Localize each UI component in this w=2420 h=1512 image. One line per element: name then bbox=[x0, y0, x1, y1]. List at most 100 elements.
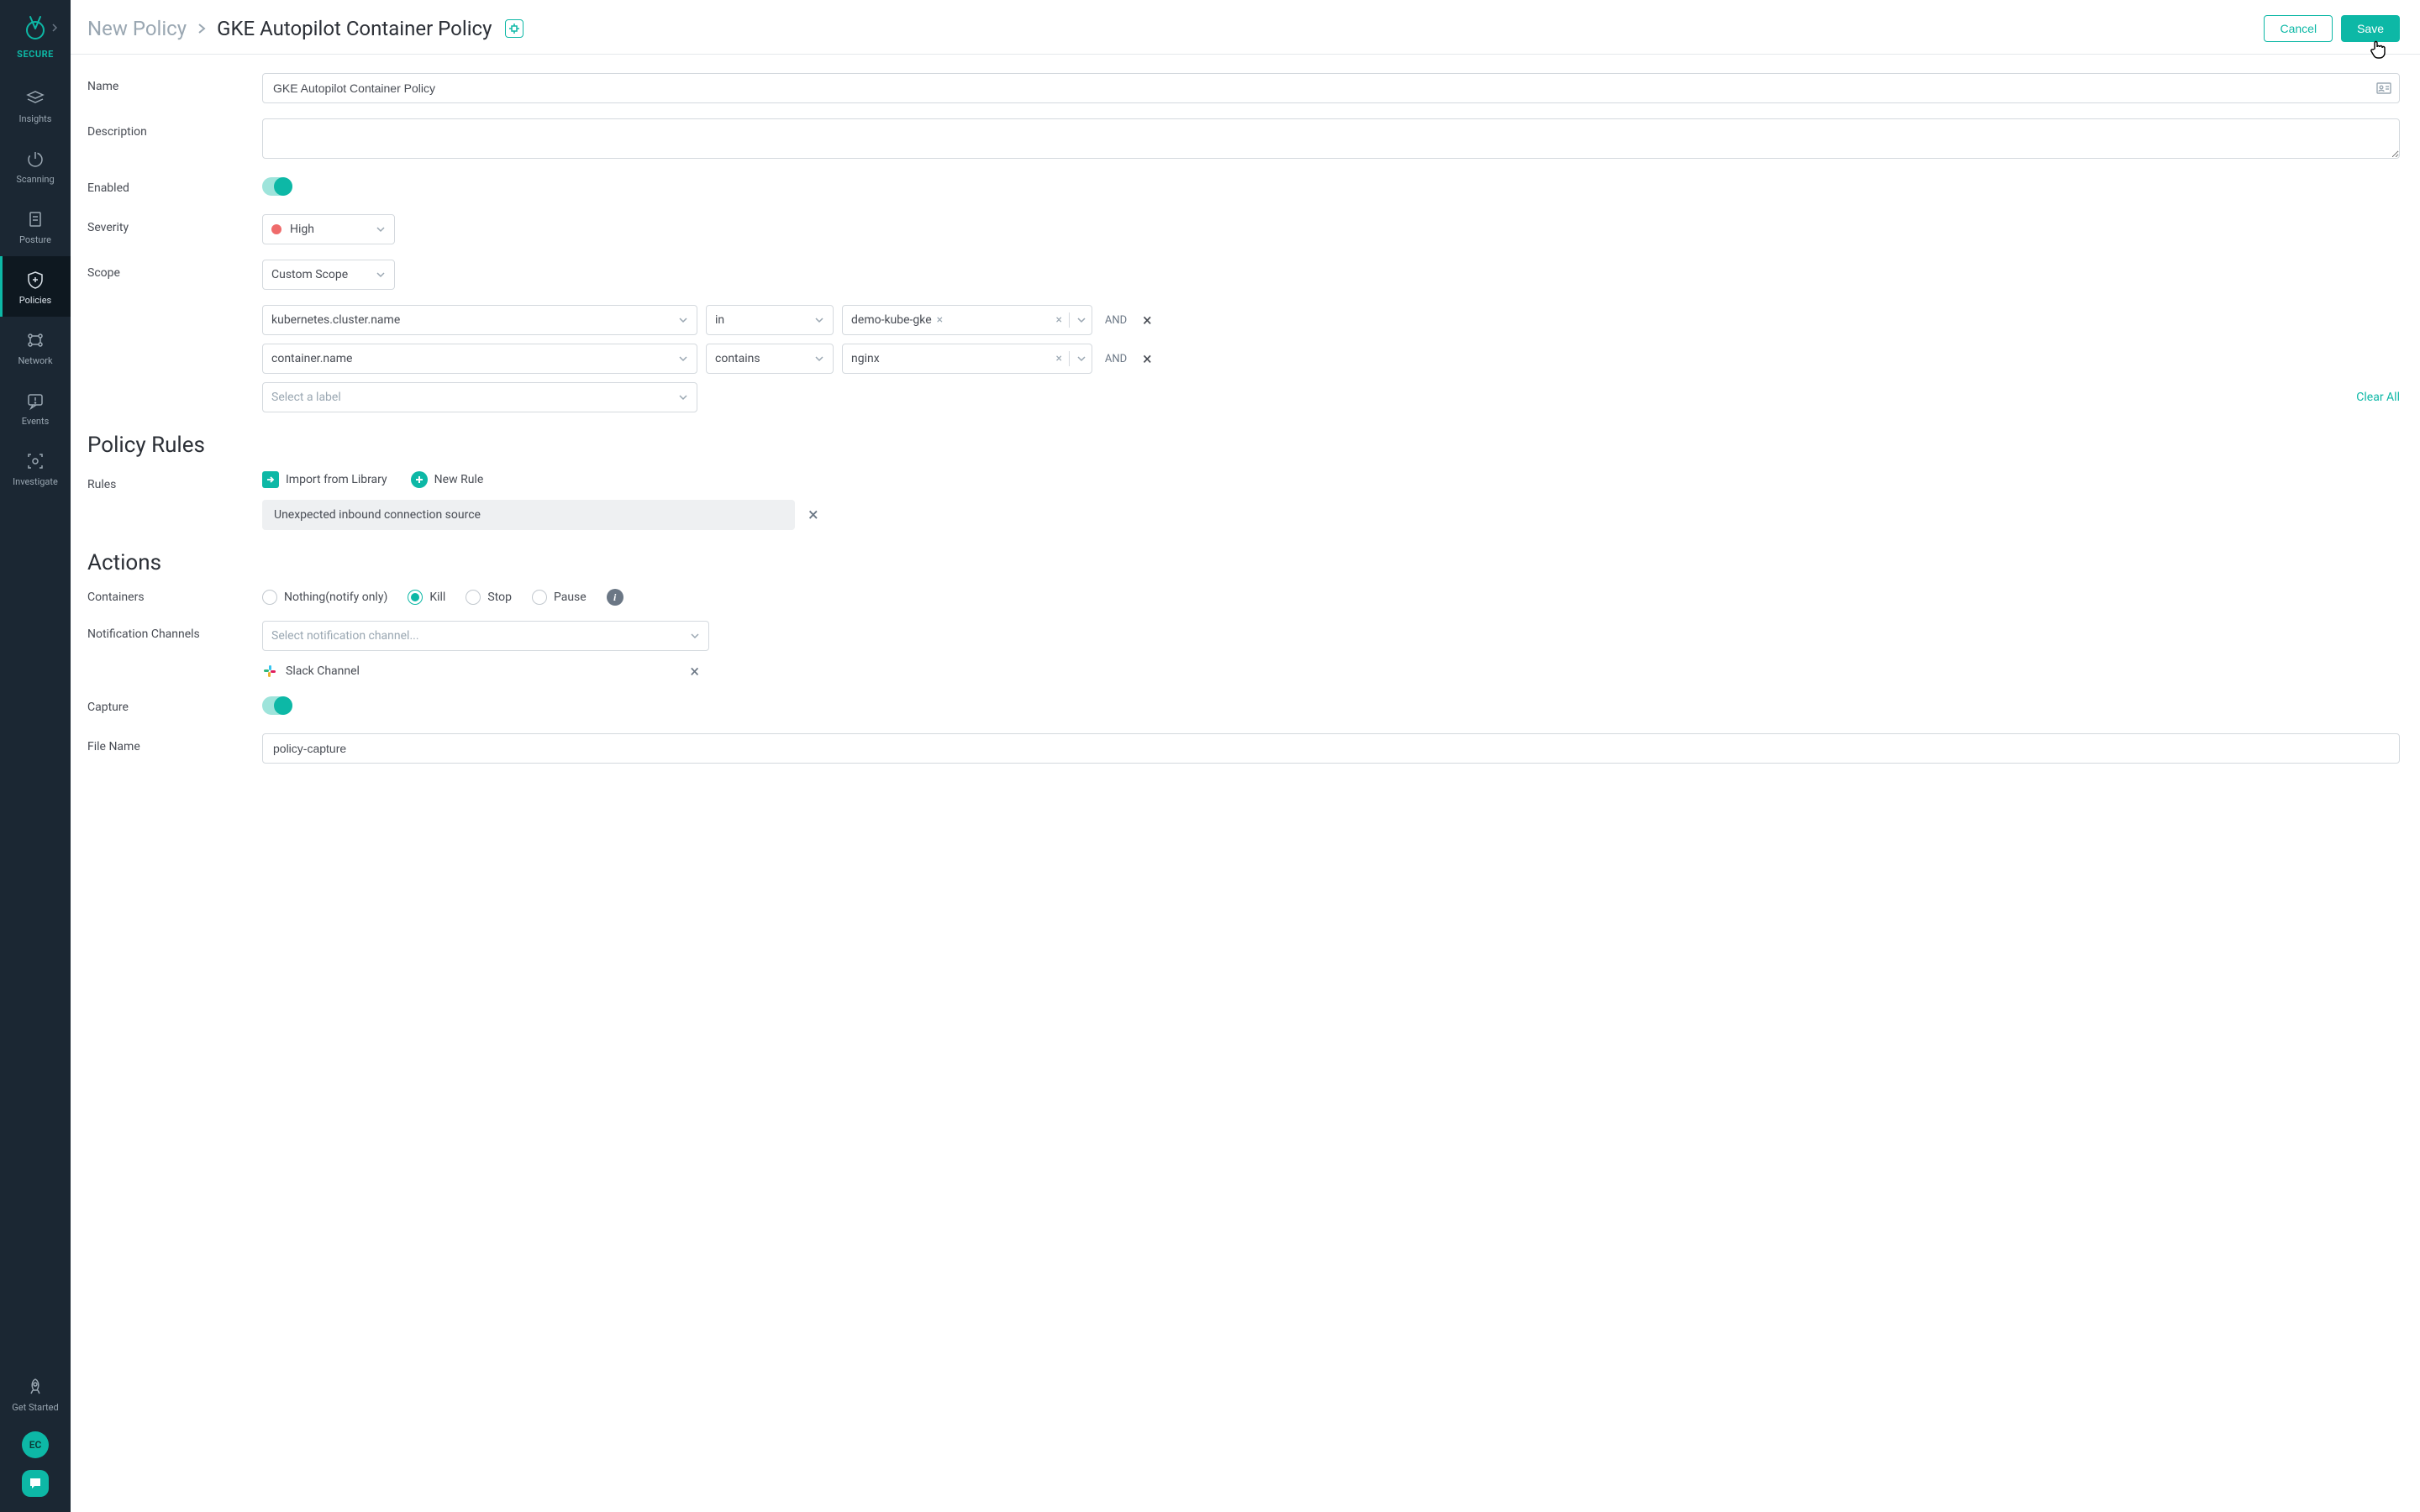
layers-icon bbox=[24, 87, 46, 110]
sidebar: SECURE Insights Scanning Posture bbox=[0, 0, 71, 1512]
sidebar-item-label: Posture bbox=[19, 234, 51, 245]
scope-operator-select[interactable]: in bbox=[706, 305, 834, 335]
severity-value: High bbox=[290, 223, 314, 236]
enabled-label: Enabled bbox=[87, 181, 262, 195]
name-input[interactable] bbox=[262, 73, 2400, 103]
remove-rule-icon[interactable]: × bbox=[808, 505, 818, 526]
chat-alert-icon bbox=[24, 389, 46, 412]
chevron-down-icon bbox=[1076, 317, 1086, 323]
sidebar-item-insights[interactable]: Insights bbox=[0, 75, 71, 135]
enabled-toggle[interactable] bbox=[262, 177, 292, 196]
breadcrumb-root[interactable]: New Policy bbox=[87, 17, 187, 40]
remove-row-icon[interactable]: × bbox=[1139, 312, 1155, 328]
sidebar-item-label: Events bbox=[22, 416, 50, 427]
sidebar-item-label: Get Started bbox=[12, 1402, 58, 1413]
scope-value-text: nginx bbox=[851, 352, 880, 365]
remove-channel-icon[interactable]: × bbox=[690, 661, 699, 681]
chevron-down-icon bbox=[814, 355, 824, 362]
placeholder-text: Select a label bbox=[271, 391, 341, 404]
severity-label: Severity bbox=[87, 214, 262, 234]
brand[interactable]: SECURE bbox=[17, 12, 54, 60]
shield-plus-icon bbox=[24, 268, 46, 291]
avatar[interactable]: EC bbox=[22, 1431, 49, 1458]
scope-key-value: kubernetes.cluster.name bbox=[271, 313, 400, 327]
tag-remove-icon[interactable]: × bbox=[937, 313, 943, 327]
severity-select[interactable]: High bbox=[262, 214, 395, 244]
cancel-button[interactable]: Cancel bbox=[2264, 15, 2333, 42]
sidebar-item-posture[interactable]: Posture bbox=[0, 196, 71, 256]
new-rule-button[interactable]: New Rule bbox=[411, 471, 484, 488]
breadcrumb-leaf: GKE Autopilot Container Policy bbox=[217, 17, 492, 40]
scope-value: Custom Scope bbox=[271, 268, 348, 281]
scope-condition-row: kubernetes.cluster.name in demo-kube-gke… bbox=[262, 305, 2400, 335]
scope-value-select[interactable]: demo-kube-gke × × bbox=[842, 305, 1092, 335]
file-name-input[interactable] bbox=[262, 733, 2400, 764]
scope-condition-row: container.name contains nginx × bbox=[262, 344, 2400, 374]
section-title-actions: Actions bbox=[87, 550, 2400, 575]
id-card-icon[interactable] bbox=[2376, 82, 2391, 94]
container-action-radio-group: Nothing(notify only) Kill Stop Paus bbox=[262, 589, 2400, 606]
sidebar-item-events[interactable]: Events bbox=[0, 377, 71, 438]
clear-all-link[interactable]: Clear All bbox=[2356, 391, 2400, 404]
chevron-right-icon bbox=[50, 24, 59, 32]
info-icon[interactable]: i bbox=[607, 589, 623, 606]
import-from-library-button[interactable]: Import from Library bbox=[262, 471, 387, 488]
notification-channel-chip: Slack Channel × bbox=[262, 661, 699, 681]
link-label: New Rule bbox=[434, 473, 484, 486]
clear-icon[interactable]: × bbox=[1056, 313, 1062, 327]
scope-operator-select[interactable]: contains bbox=[706, 344, 834, 374]
sidebar-item-network[interactable]: Network bbox=[0, 317, 71, 377]
chat-icon bbox=[28, 1476, 43, 1491]
sidebar-item-investigate[interactable]: Investigate bbox=[0, 438, 71, 498]
plus-icon bbox=[411, 471, 428, 488]
sidebar-item-policies[interactable]: Policies bbox=[0, 256, 71, 317]
file-name-label: File Name bbox=[87, 733, 262, 753]
focus-icon bbox=[24, 449, 46, 473]
rocket-icon bbox=[24, 1375, 46, 1399]
scope-select[interactable]: Custom Scope bbox=[262, 260, 395, 290]
scope-op-value: contains bbox=[715, 352, 760, 365]
scope-add-label-select[interactable]: Select a label bbox=[262, 382, 697, 412]
chevron-right-icon bbox=[197, 23, 207, 34]
scope-label: Scope bbox=[87, 260, 262, 280]
name-label: Name bbox=[87, 73, 262, 93]
chevron-down-icon bbox=[678, 355, 688, 362]
scope-join-operator[interactable]: AND bbox=[1101, 353, 1131, 365]
scope-key-value: container.name bbox=[271, 352, 352, 365]
containers-label: Containers bbox=[87, 591, 262, 604]
breadcrumb: New Policy GKE Autopilot Container Polic… bbox=[87, 17, 523, 40]
sidebar-item-get-started[interactable]: Get Started bbox=[12, 1368, 58, 1420]
power-icon bbox=[24, 147, 46, 171]
scope-key-select[interactable]: kubernetes.cluster.name bbox=[262, 305, 697, 335]
notification-channel-select[interactable]: Select notification channel... bbox=[262, 621, 709, 651]
chat-button[interactable] bbox=[22, 1470, 49, 1497]
rule-chip[interactable]: Unexpected inbound connection source bbox=[262, 500, 795, 530]
scope-key-select[interactable]: container.name bbox=[262, 344, 697, 374]
scope-value-tag: demo-kube-gke × bbox=[851, 313, 943, 327]
import-icon bbox=[262, 471, 279, 488]
chevron-down-icon bbox=[678, 394, 688, 401]
description-input[interactable] bbox=[262, 118, 2400, 159]
radio-pause[interactable]: Pause bbox=[532, 590, 587, 605]
sidebar-item-label: Investigate bbox=[13, 476, 58, 487]
remove-row-icon[interactable]: × bbox=[1139, 350, 1155, 367]
brand-label: SECURE bbox=[17, 49, 54, 60]
sidebar-item-label: Policies bbox=[19, 295, 51, 306]
brand-icon bbox=[19, 12, 51, 44]
capture-toggle[interactable] bbox=[262, 696, 292, 715]
notification-channels-label: Notification Channels bbox=[87, 621, 262, 641]
chip-icon bbox=[505, 19, 523, 38]
radio-kill[interactable]: Kill bbox=[408, 590, 445, 605]
save-button[interactable]: Save bbox=[2341, 15, 2400, 42]
tag-label: demo-kube-gke bbox=[851, 313, 932, 327]
radio-stop[interactable]: Stop bbox=[466, 590, 512, 605]
sidebar-item-label: Scanning bbox=[16, 174, 54, 185]
chevron-down-icon bbox=[690, 633, 700, 639]
scope-value-select[interactable]: nginx × bbox=[842, 344, 1092, 374]
clear-icon[interactable]: × bbox=[1056, 352, 1062, 365]
sidebar-item-scanning[interactable]: Scanning bbox=[0, 135, 71, 196]
radio-label: Stop bbox=[487, 591, 512, 604]
sidebar-item-label: Insights bbox=[19, 113, 52, 124]
radio-nothing[interactable]: Nothing(notify only) bbox=[262, 590, 387, 605]
scope-join-operator[interactable]: AND bbox=[1101, 314, 1131, 327]
